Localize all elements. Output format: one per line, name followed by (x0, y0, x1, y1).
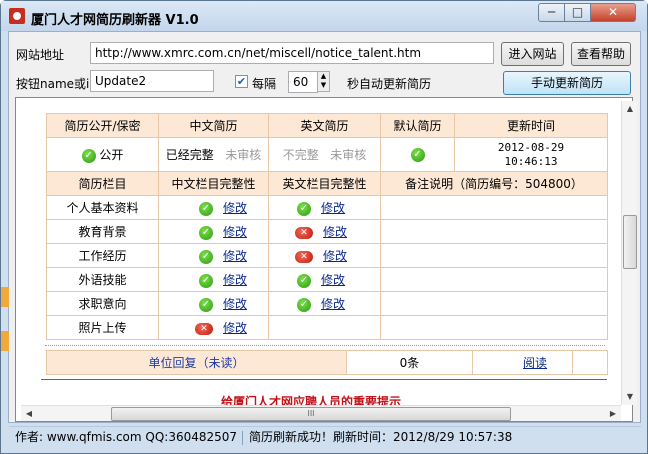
edit-link[interactable]: 修改 (223, 321, 247, 335)
check-icon: ✓ (199, 297, 213, 312)
site-url-label: 网站地址 (16, 48, 65, 62)
close-button[interactable]: ✕ (590, 3, 636, 22)
scroll-down-icon[interactable]: ▼ (622, 389, 638, 405)
interval-spinner[interactable]: ▲ ▼ (317, 71, 330, 92)
table-row: 个人基本资料 ✓ 修改 ✓ 修改 (46, 195, 608, 220)
update-time-cell: 2012-08-29 10:46:13 (454, 137, 608, 172)
red-divider (41, 379, 607, 380)
check-icon: ✓ (410, 147, 425, 162)
site-url-input[interactable]: http://www.xmrc.com.cn/net/miscell/notic… (90, 42, 494, 64)
check-icon: ✓ (297, 273, 311, 288)
replies-table: 单位回复（未读） 0条 阅读 (46, 350, 608, 375)
interval-label: 每隔 (252, 77, 277, 91)
status-message: 简历刷新成功！刷新时间：2012/8/29 10:57:38 (249, 430, 513, 444)
app-icon (9, 8, 25, 24)
cn-review: 未审核 (225, 148, 262, 162)
section-name: 照片上传 (46, 315, 159, 340)
scroll-left-icon[interactable]: ◀ (21, 406, 37, 422)
scroll-right-icon[interactable]: ▶ (605, 406, 621, 422)
check-icon: ✓ (81, 148, 96, 163)
edit-link[interactable]: 修改 (323, 249, 347, 263)
manual-update-button[interactable]: 手动更新简历 (503, 71, 631, 95)
check-icon: ✓ (297, 201, 311, 216)
check-icon: ✓ (199, 201, 213, 216)
vertical-scrollbar[interactable]: ▲ ▼ (621, 101, 637, 405)
help-button[interactable]: 查看帮助 (571, 42, 631, 66)
read-link[interactable]: 阅读 (523, 356, 547, 370)
check-icon: ✓ (199, 273, 213, 288)
status-author: 作者: www.qfmis.com QQ:360482507 (15, 430, 238, 444)
table-row: 照片上传 ✕ 修改 (46, 315, 608, 340)
interval-input[interactable]: 60 (288, 71, 318, 93)
edit-link[interactable]: 修改 (323, 225, 347, 239)
visibility-cell: ✓ 公开 (46, 137, 159, 172)
horizontal-scrollbar[interactable]: ◀ III ▶ (21, 405, 621, 421)
cross-icon: ✕ (295, 226, 313, 239)
replies-count: 0条 (346, 350, 473, 375)
section-name: 外语技能 (46, 267, 159, 292)
section-name: 工作经历 (46, 243, 159, 268)
en-complete: 不完整 (282, 148, 319, 162)
col-header: 简历公开/保密 (46, 113, 159, 138)
table-row: 求职意向 ✓ 修改 ✓ 修改 (46, 291, 608, 316)
table-row: 外语技能 ✓ 修改 ✓ 修改 (46, 267, 608, 292)
en-resume-cell: 不完整 未审核 (268, 137, 381, 172)
button-name-label: 按钮name或id (16, 77, 97, 91)
en-review: 未审核 (330, 148, 367, 162)
check-icon: ✓ (199, 249, 213, 264)
col-header: 更新时间 (454, 113, 608, 138)
edit-link[interactable]: 修改 (321, 273, 345, 287)
cross-icon: ✕ (195, 322, 213, 335)
section-name: 教育背景 (46, 219, 159, 244)
minimize-button[interactable]: ─ (538, 3, 565, 22)
check-icon: ✓ (199, 225, 213, 240)
edit-link[interactable]: 修改 (321, 201, 345, 215)
edit-link[interactable]: 修改 (223, 297, 247, 311)
app-window: 厦门人才网简历刷新器 V1.0 ─ □ ✕ 网站地址 http://www.xm… (0, 0, 648, 454)
vertical-scroll-thumb[interactable] (623, 215, 637, 269)
replies-label: 单位回复（未读） (46, 350, 347, 375)
button-name-input[interactable]: Update2 (90, 70, 214, 92)
col-header: 英文简历 (268, 113, 381, 138)
divider (45, 345, 605, 346)
scroll-up-icon[interactable]: ▲ (622, 101, 638, 117)
cn-resume-cell: 已经完整 未审核 (158, 137, 269, 172)
horizontal-scroll-thumb[interactable]: III (111, 407, 511, 421)
col-header: 备注说明（简历编号：504800） (380, 171, 608, 196)
col-header: 英文栏目完整性 (268, 171, 381, 196)
check-icon: ✓ (297, 297, 311, 312)
window-title: 厦门人才网简历刷新器 V1.0 (31, 13, 199, 28)
maximize-button[interactable]: □ (564, 3, 591, 22)
interval-checkbox[interactable]: ✔ (235, 75, 248, 88)
cross-icon: ✕ (295, 250, 313, 263)
section-name: 求职意向 (46, 291, 159, 316)
col-header: 默认简历 (380, 113, 455, 138)
table-row: 工作经历 ✓ 修改 ✕ 修改 (46, 243, 608, 268)
edit-link[interactable]: 修改 (223, 273, 247, 287)
col-header: 中文栏目完整性 (158, 171, 269, 196)
edit-link[interactable]: 修改 (223, 201, 247, 215)
edit-link[interactable]: 修改 (223, 249, 247, 263)
col-header: 中文简历 (158, 113, 269, 138)
cn-complete: 已经完整 (165, 148, 214, 162)
col-header: 简历栏目 (46, 171, 159, 196)
status-bar: 作者: www.qfmis.com QQ:360482507 简历刷新成功！刷新… (9, 426, 641, 448)
update-time: 10:46:13 (504, 154, 558, 168)
table-row: 教育背景 ✓ 修改 ✕ 修改 (46, 219, 608, 244)
update-date: 2012-08-29 (497, 140, 565, 154)
edit-link[interactable]: 修改 (321, 297, 345, 311)
title-bar[interactable]: 厦门人才网简历刷新器 V1.0 ─ □ ✕ (1, 1, 647, 31)
section-name: 个人基本资料 (46, 195, 159, 220)
enter-site-button[interactable]: 进入网站 (501, 42, 564, 66)
interval-suffix: 秒自动更新简历 (347, 77, 432, 91)
status-separator (242, 431, 243, 445)
edit-link[interactable]: 修改 (223, 225, 247, 239)
visibility-value: 公开 (99, 148, 124, 162)
default-resume-cell: ✓ (380, 137, 455, 172)
resume-status-table: 简历公开/保密 中文简历 英文简历 默认简历 更新时间 ✓ 公开 已经完整 未审… (46, 113, 608, 340)
